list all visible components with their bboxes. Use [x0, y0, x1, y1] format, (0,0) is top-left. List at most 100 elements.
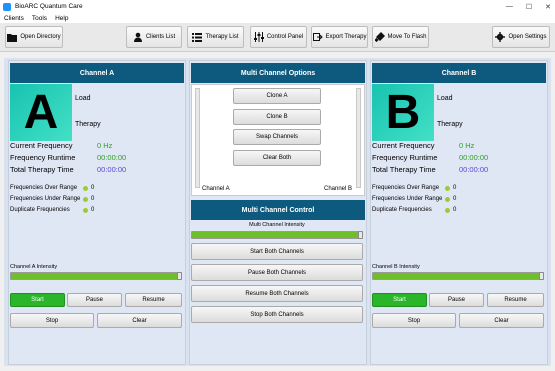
- over-range-value: 0: [453, 185, 457, 191]
- current-frequency-value: 0 Hz: [97, 141, 113, 150]
- window-title: BioARC Quantum Care: [15, 3, 83, 10]
- multi-channel-panel: Multi Channel Options Clone A Clone B Sw…: [189, 60, 367, 365]
- channel-a-load-label[interactable]: Load: [75, 95, 91, 102]
- channel-a-therapy-label[interactable]: Therapy: [75, 121, 101, 128]
- maximize-icon[interactable]: ☐: [526, 3, 532, 11]
- multi-channel-control-header: Multi Channel Control: [191, 200, 365, 220]
- channel-b-start-button[interactable]: Start: [372, 293, 427, 307]
- open-settings-button[interactable]: Open Settings: [492, 26, 550, 48]
- slider-thumb[interactable]: [539, 272, 544, 280]
- channel-a-start-button[interactable]: Start: [10, 293, 65, 307]
- current-frequency-label: Current Frequency: [10, 141, 73, 150]
- channel-a-clear-button[interactable]: Clear: [97, 313, 182, 328]
- channel-b-scrollbar[interactable]: [356, 88, 361, 188]
- channel-b-stop-button[interactable]: Stop: [372, 313, 456, 328]
- clone-a-button[interactable]: Clone A: [233, 88, 321, 104]
- move-to-flash-button[interactable]: Move To Flash: [372, 26, 429, 48]
- menu-bar: Clients Tools Help: [0, 13, 555, 23]
- multi-channel-options-header: Multi Channel Options: [191, 63, 365, 83]
- channel-a-panel: Channel A A Load Therapy Current Frequen…: [8, 60, 186, 365]
- channel-b-intensity-label: Channel B Intensity: [372, 264, 420, 270]
- open-directory-button[interactable]: Open Directory: [5, 26, 63, 48]
- title-bar: BioARC Quantum Care — ☐ ✕: [0, 0, 555, 13]
- gear-icon: [495, 32, 506, 42]
- status-dot: [83, 197, 88, 202]
- channel-b-resume-button[interactable]: Resume: [487, 293, 544, 307]
- status-dot: [445, 186, 450, 191]
- duplicate-label: Duplicate Frequencies: [10, 207, 70, 213]
- total-therapy-time-label: Total Therapy Time: [372, 165, 436, 174]
- pause-both-channels-button[interactable]: Pause Both Channels: [191, 264, 363, 281]
- stop-both-channels-button[interactable]: Stop Both Channels: [191, 306, 363, 323]
- total-therapy-time-value: 00:00:00: [97, 165, 127, 174]
- menu-tools[interactable]: Tools: [32, 15, 47, 22]
- channel-b-intensity-slider[interactable]: [372, 272, 544, 280]
- open-settings-label: Open Settings: [508, 34, 547, 40]
- multi-channel-intensity-label: Multi Channel Intensity: [249, 222, 305, 228]
- frequency-runtime-value: 00:00:00: [97, 153, 127, 162]
- duplicate-value: 0: [91, 207, 95, 213]
- clone-b-button[interactable]: Clone B: [233, 109, 321, 125]
- clear-both-button[interactable]: Clear Both: [233, 150, 321, 166]
- start-both-channels-button[interactable]: Start Both Channels: [191, 243, 363, 260]
- status-dot: [83, 208, 88, 213]
- close-icon[interactable]: ✕: [545, 3, 551, 11]
- channel-b-label: Channel B: [324, 186, 353, 192]
- channel-a-intensity-slider[interactable]: [10, 272, 182, 280]
- toolbar: Open Directory Clients List Therapy List…: [0, 23, 555, 52]
- over-range-value: 0: [91, 185, 95, 191]
- clients-list-label: Clients List: [145, 34, 176, 40]
- sliders-icon: [253, 32, 264, 42]
- therapy-list-button[interactable]: Therapy List: [187, 26, 244, 48]
- over-range-label: Frequencies Over Range: [10, 185, 78, 191]
- multi-channel-options-area: Clone A Clone B Swap Channels Clear Both…: [191, 84, 365, 196]
- channel-b-clear-button[interactable]: Clear: [459, 313, 544, 328]
- channel-a-pause-button[interactable]: Pause: [67, 293, 122, 307]
- multi-channel-intensity-slider[interactable]: [191, 231, 363, 239]
- export-icon: [312, 32, 323, 42]
- total-therapy-time-label: Total Therapy Time: [10, 165, 74, 174]
- status-dot: [445, 208, 450, 213]
- channel-b-panel: Channel B B Load Therapy Current Frequen…: [370, 60, 548, 365]
- duplicate-value: 0: [453, 207, 457, 213]
- export-therapy-label: Export Therapy: [325, 34, 367, 40]
- folder-icon: [7, 32, 18, 42]
- channel-a-letter-tile: A: [10, 84, 72, 141]
- channel-b-header: Channel B: [372, 63, 546, 83]
- channel-b-load-label[interactable]: Load: [437, 95, 453, 102]
- channel-a-resume-button[interactable]: Resume: [125, 293, 182, 307]
- status-dot: [83, 186, 88, 191]
- under-range-value: 0: [91, 196, 95, 202]
- total-therapy-time-value: 00:00:00: [459, 165, 489, 174]
- list-icon: [192, 32, 203, 42]
- workspace: Channel A A Load Therapy Current Frequen…: [4, 58, 551, 366]
- channel-a-stop-button[interactable]: Stop: [10, 313, 94, 328]
- move-to-flash-label: Move To Flash: [387, 34, 427, 40]
- therapy-list-label: Therapy List: [205, 34, 239, 40]
- resume-both-channels-button[interactable]: Resume Both Channels: [191, 285, 363, 302]
- control-panel-button[interactable]: Control Panel: [250, 26, 307, 48]
- frequency-runtime-label: Frequency Runtime: [372, 153, 438, 162]
- clients-list-button[interactable]: Clients List: [126, 26, 182, 48]
- menu-clients[interactable]: Clients: [4, 15, 24, 22]
- under-range-label: Frequencies Under Range: [372, 196, 443, 202]
- user-icon: [133, 32, 143, 42]
- current-frequency-value: 0 Hz: [459, 141, 475, 150]
- slider-thumb[interactable]: [177, 272, 182, 280]
- under-range-label: Frequencies Under Range: [10, 196, 81, 202]
- channel-a-intensity-label: Channel A Intensity: [10, 264, 58, 270]
- channel-a-label: Channel A: [202, 186, 230, 192]
- swap-channels-button[interactable]: Swap Channels: [233, 129, 321, 145]
- channel-b-therapy-label[interactable]: Therapy: [437, 121, 463, 128]
- menu-help[interactable]: Help: [55, 15, 68, 22]
- under-range-value: 0: [453, 196, 457, 202]
- frequency-runtime-value: 00:00:00: [459, 153, 489, 162]
- frequency-runtime-label: Frequency Runtime: [10, 153, 76, 162]
- app-icon: [3, 2, 11, 11]
- channel-b-pause-button[interactable]: Pause: [429, 293, 484, 307]
- slider-thumb[interactable]: [358, 231, 363, 239]
- minimize-icon[interactable]: —: [506, 3, 513, 10]
- export-therapy-button[interactable]: Export Therapy: [311, 26, 368, 48]
- channel-a-scrollbar[interactable]: [195, 88, 200, 188]
- current-frequency-label: Current Frequency: [372, 141, 435, 150]
